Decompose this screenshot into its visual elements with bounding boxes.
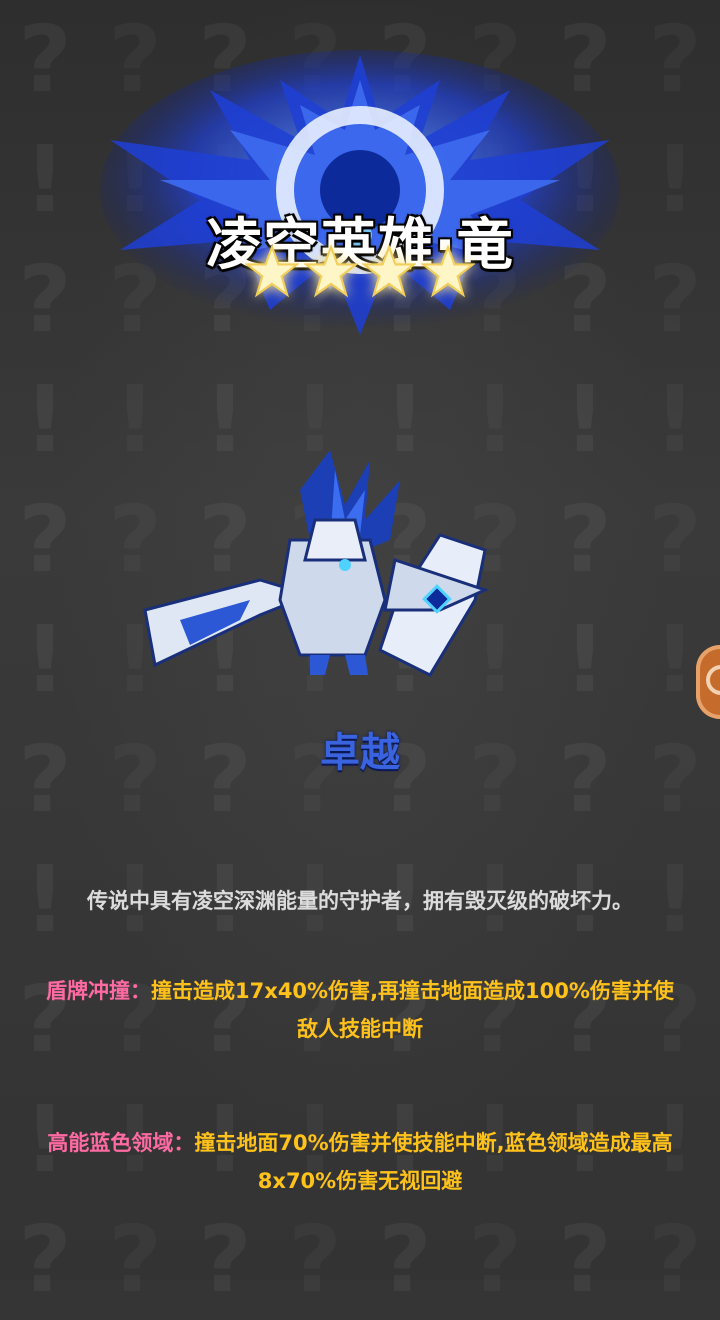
hero-badge: 凌空英雄·竜	[90, 50, 630, 350]
pattern-glyph: ?	[18, 1206, 72, 1313]
star-icon	[420, 245, 475, 298]
star-icon	[303, 245, 358, 298]
pattern-glyph: ?	[630, 1200, 720, 1320]
skill-text: 撞击造成17x40%伤害,再撞击地面造成100%伤害并使敌人技能中断	[151, 979, 674, 1041]
pattern-glyph: !	[24, 606, 66, 713]
pattern-glyph: !	[564, 366, 606, 473]
pattern-glyph: ?	[18, 6, 72, 113]
heart-icon	[706, 665, 720, 695]
star-icon	[362, 245, 417, 298]
hero-description: 传说中具有凌空深渊能量的守护者，拥有毁灭级的破坏力。	[87, 889, 633, 913]
star-icon	[245, 245, 299, 298]
pattern-glyph: ?	[558, 1206, 612, 1313]
skill-text: 撞击地面70%伤害并使技能中断,蓝色领域造成最高8x70%伤害无视回避	[194, 1131, 673, 1193]
pattern-glyph: !	[564, 606, 606, 713]
pattern-glyph: ?	[630, 480, 720, 600]
pattern-glyph: ?	[630, 0, 720, 120]
pattern-glyph: ?	[18, 486, 72, 593]
pattern-glyph: ?	[198, 1206, 252, 1313]
side-heart-button[interactable]	[696, 645, 720, 719]
pattern-glyph: ?	[558, 486, 612, 593]
pattern-glyph: ?	[450, 1200, 540, 1320]
rank-label: 卓越	[320, 730, 400, 776]
skill-entry: 高能蓝色领域：撞击地面70%伤害并使技能中断,蓝色领域造成最高8x70%伤害无视…	[36, 1124, 684, 1200]
skill-entry: 盾牌冲撞：撞击造成17x40%伤害,再撞击地面造成100%伤害并使敌人技能中断	[36, 972, 684, 1048]
pattern-glyph: ?	[378, 1206, 432, 1313]
star-rating	[245, 245, 475, 305]
skill-name: 盾牌冲撞：	[46, 979, 152, 1003]
pattern-glyph: ?	[270, 1200, 360, 1320]
pattern-glyph: !	[630, 360, 720, 480]
pattern-glyph: !	[24, 366, 66, 473]
pattern-glyph: ?	[90, 1200, 180, 1320]
hero-character-illustration	[143, 450, 490, 677]
skill-name: 高能蓝色领域：	[47, 1131, 195, 1155]
